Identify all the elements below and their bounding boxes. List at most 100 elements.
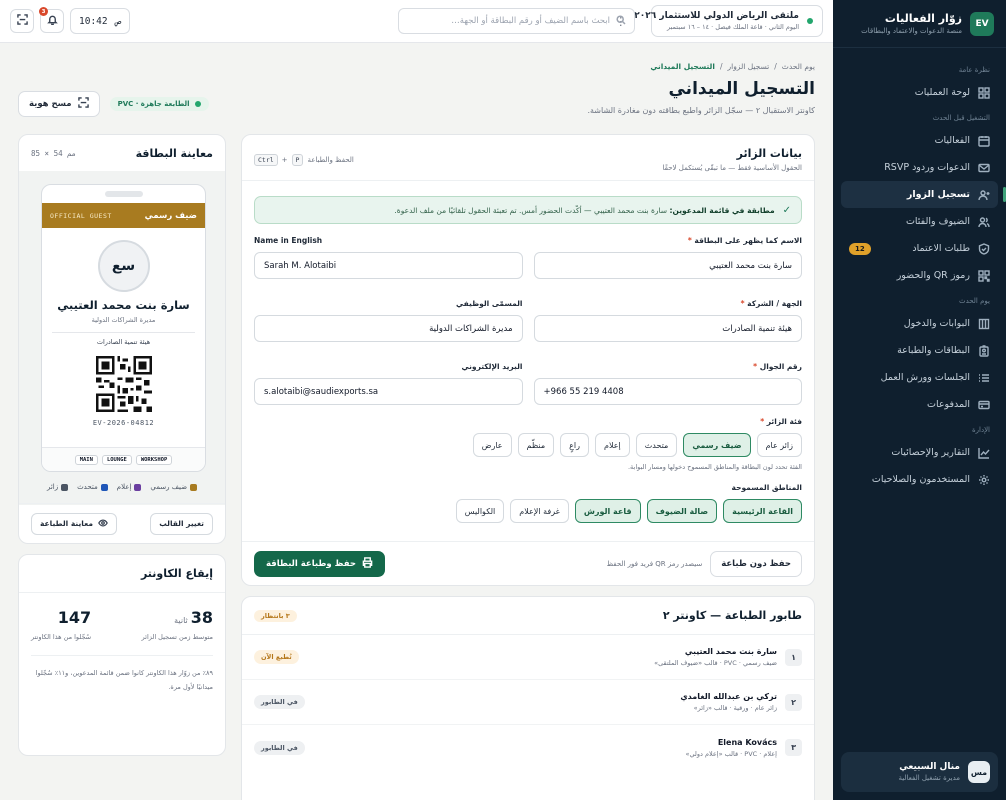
breadcrumb-current: التسجيل الميداني (650, 62, 715, 71)
org-input[interactable]: هيئة تنمية الصادرات (533, 315, 802, 342)
divider (52, 332, 195, 333)
notification-count: 3 (39, 7, 48, 16)
zones-label: المناطق المسموحة (731, 483, 802, 492)
avg-time-value: 38 (190, 608, 213, 627)
org-label: الجهة / الشركة (747, 299, 802, 308)
badge-icon (978, 344, 990, 357)
queue-number: ١ (785, 648, 802, 666)
event-selector[interactable]: ملتقى الرياض الدولي للاستثمار ٢٠٢٦ اليوم… (615, 5, 823, 37)
brand: EV زوّار الفعاليات منصة الدعوات والاعتما… (833, 0, 1006, 48)
badge-avatar: سع (97, 240, 150, 292)
sidebar-item-events[interactable]: الفعاليات (841, 127, 998, 154)
name-en-input[interactable]: Sarah M. Alotaibi (254, 252, 523, 279)
badge-preview-card: معاينة البطاقة 85 × 54 مم ضيف رسمي OFFIC… (18, 134, 226, 544)
notifications-button[interactable]: 3 (39, 7, 64, 33)
zone-tag: WORKSHOP (135, 454, 173, 465)
category-legend: ضيف رسمي إعلام متحدث زائر (19, 483, 225, 491)
sidebar-item-gates[interactable]: البوابات والدخول (841, 310, 998, 337)
legend-label: إعلام (116, 483, 132, 491)
search-placeholder: ابحث باسم الضيف أو رقم البطاقة أو الجهة… (451, 16, 610, 26)
form-footer: حفظ دون طباعة سيصدر رمز QR فريد فور الحف… (242, 541, 814, 585)
category-chip-organizer[interactable]: منظّم (517, 433, 555, 457)
avg-time-label: متوسط زمن تسجيل الزائر (141, 633, 213, 641)
sidebar-item-sessions[interactable]: الجلسات وورش العمل (841, 364, 998, 391)
scan-id-button[interactable]: مسح هوية (18, 91, 100, 117)
user-role: مديرة تشغيل الفعالية (898, 774, 960, 782)
phone-input[interactable]: +966 55 219 4408 (533, 378, 802, 405)
qr-icon (978, 269, 990, 282)
live-status-dot (807, 18, 813, 24)
field-label: رقم الجوال * (534, 362, 802, 372)
brand-logo: EV (970, 11, 994, 36)
save-note: سيصدر رمز QR فريد فور الحفظ (606, 559, 703, 568)
sidebar-item-accreditation[interactable]: طلبات الاعتماد 12 (841, 235, 998, 262)
zone-tag: LOUNGE (101, 454, 132, 465)
queue-name: سارة بنت محمد العتيبي (684, 647, 777, 656)
sidebar-item-badges[interactable]: البطاقات والطباعة (841, 337, 998, 364)
sidebar-item-label: رموز QR والحضور (896, 270, 970, 281)
field-label: فئة الزائر * (242, 417, 814, 427)
zone-chip-main-hall[interactable]: القاعة الرئيسية (723, 499, 802, 523)
user-card[interactable]: مس منال السبيعي مديرة تشغيل الفعالية (841, 752, 998, 792)
sidebar-item-qr[interactable]: رموز QR والحضور (841, 262, 998, 289)
zone-tag: MAIN (74, 454, 98, 465)
queue-item[interactable]: ٢ تركي بن عبدالله الغامدي زائر عام · ورق… (242, 680, 814, 725)
gate-icon (978, 318, 990, 330)
nav-section-title: التشغيل قبل الحدث (932, 114, 990, 122)
badge-category-stripe: ضيف رسمي OFFICIAL GUEST (42, 203, 205, 228)
match-text: سارة بنت محمد العتيبي — أكّدت الحضور أمس… (394, 205, 668, 215)
legend-swatch (134, 483, 142, 491)
name-ar-input[interactable]: سارة بنت محمد العتيبي (533, 252, 802, 279)
sidebar-item-label: الدعوات وردود RSVP (884, 162, 970, 173)
queue-meta: ضيف رسمي · PVC · قالب «ضيوف الملتقى» (654, 659, 777, 667)
count-stat: 147 سُجّلوا من هذا الكاونتر (31, 608, 91, 641)
sidebar-item-invitations[interactable]: الدعوات وردود RSVP (841, 154, 998, 181)
print-preview-button[interactable]: معاينة الطباعة (31, 512, 117, 535)
printer-status-text: الطابعة جاهزة · PVC (117, 100, 190, 108)
sidebar-item-reports[interactable]: التقارير والإحصائيات (841, 439, 998, 466)
zone-chip-guest-lounge[interactable]: صالة الضيوف (646, 499, 718, 523)
event-title: ملتقى الرياض الدولي للاستثمار ٢٠٢٦ (634, 11, 799, 21)
sidebar-item-guests[interactable]: الضيوف والفئات (841, 208, 998, 235)
queue-number: ٣ (785, 739, 802, 756)
zone-chip-media-room[interactable]: غرفة الإعلام (510, 499, 569, 523)
count-value: 147 (57, 608, 92, 627)
sidebar-item-payments[interactable]: المدفوعات (841, 391, 998, 418)
email-label: البريد الإلكتروني (461, 362, 523, 371)
category-chip-general[interactable]: زائر عام (756, 433, 802, 457)
sidebar-item-registration[interactable]: تسجيل الزوار (841, 181, 1006, 208)
printer-icon (362, 556, 373, 571)
check-icon: ✓ (782, 204, 791, 216)
scan-button[interactable] (10, 9, 34, 33)
save-print-button[interactable]: حفظ وطباعة البطاقة (254, 550, 385, 577)
search-input[interactable]: ابحث باسم الضيف أو رقم البطاقة أو الجهة… (398, 8, 635, 34)
sidebar-item-label: طلبات الاعتماد (912, 243, 970, 254)
change-template-button[interactable]: تغيير القالب (150, 512, 213, 535)
zone-chip-workshops[interactable]: قاعة الورش (574, 499, 641, 523)
name-en-label: Name in English (254, 236, 323, 245)
category-chip-sponsor[interactable]: راعٍ (560, 433, 589, 457)
queue-item[interactable]: ٣ Elena Kovács إعلام · PVC · قالب «إعلام… (242, 725, 814, 770)
rhythm-note: ٨٩٪ من زوّار هذا الكاونتر كانوا ضمن قائم… (31, 655, 213, 694)
category-chip-official-guest[interactable]: ضيف رسمي (683, 433, 751, 457)
legend-swatch (100, 483, 108, 491)
breadcrumb-item[interactable]: تسجيل الزوار (727, 62, 769, 71)
save-no-print-button[interactable]: حفظ دون طباعة (710, 550, 802, 577)
mail-icon (978, 162, 990, 174)
category-chip-exhibitor[interactable]: عارض (472, 433, 512, 457)
email-input[interactable]: s.alotaibi@saudiexports.sa (254, 378, 523, 405)
sidebar-item-users[interactable]: المستخدمون والصلاحيات (841, 466, 998, 493)
sidebar-item-dashboard[interactable]: لوحة العمليات (841, 79, 998, 106)
queue-item[interactable]: ١ سارة بنت محمد العتيبي ضيف رسمي · PVC ·… (242, 635, 814, 680)
zone-chip-backstage[interactable]: الكواليس (455, 499, 505, 523)
topbar: ملتقى الرياض الدولي للاستثمار ٢٠٢٦ اليوم… (0, 0, 833, 43)
status-badge: في الطابور (254, 695, 305, 709)
job-input[interactable]: مديرة الشراكات الدولية (254, 315, 523, 342)
queue-meta: زائر عام · ورقية · قالب «زائر» (693, 704, 777, 712)
nav-section-title: يوم الحدث (959, 297, 990, 305)
category-chip-media[interactable]: إعلام (594, 433, 630, 457)
breadcrumb-item[interactable]: يوم الحدث (782, 62, 815, 71)
badge-job: مديرة الشراكات الدولية (91, 316, 156, 324)
save-print-label: حفظ وطباعة البطاقة (266, 558, 356, 569)
category-chip-speaker[interactable]: متحدث (635, 433, 678, 457)
